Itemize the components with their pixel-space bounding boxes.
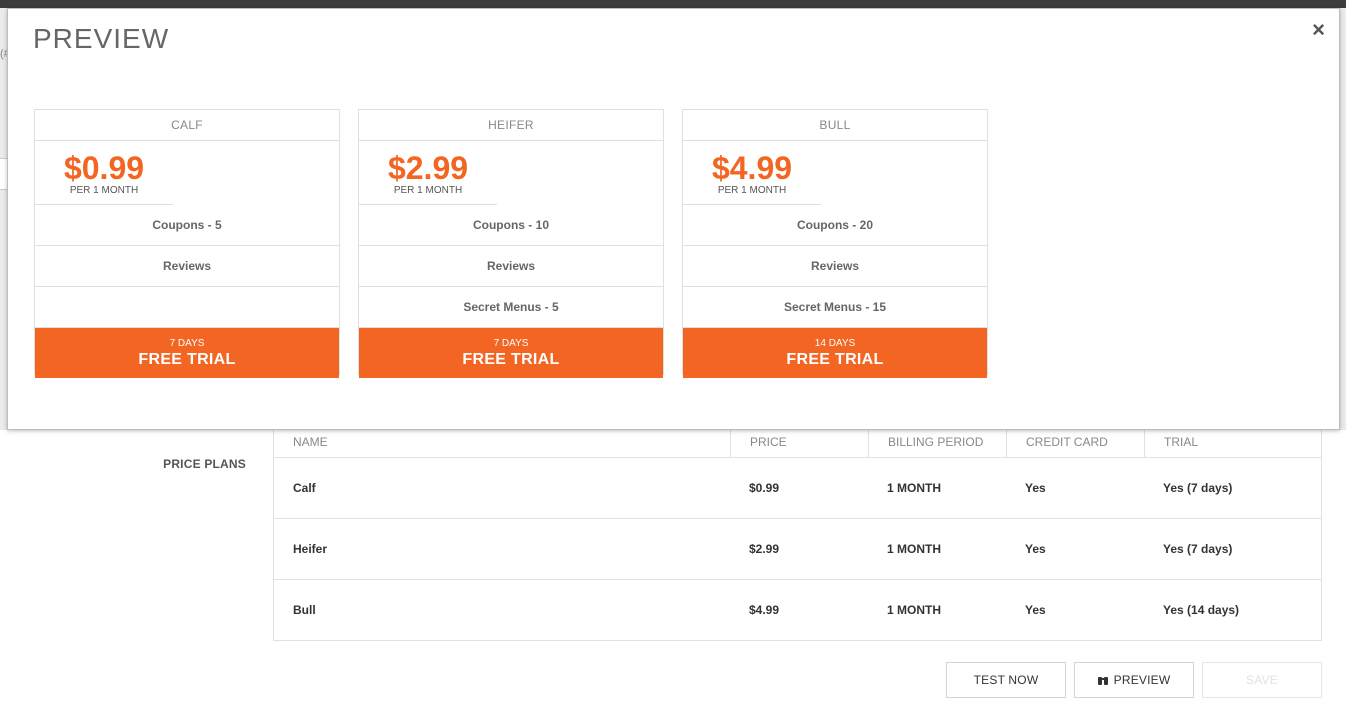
plan-feature: Reviews — [35, 246, 339, 287]
test-now-button[interactable]: TEST NOW — [946, 662, 1066, 698]
binoculars-icon — [1097, 675, 1109, 685]
plan-billing-period: 1 MONTH — [887, 481, 941, 495]
plan-card-bull: BULL $4.99 PER 1 MONTH Coupons - 20 Revi… — [682, 109, 988, 378]
trial-label: FREE TRIAL — [138, 351, 236, 368]
close-icon[interactable]: × — [1312, 17, 1325, 43]
table-row[interactable]: Heifer $2.99 1 MONTH Yes Yes (7 days) — [274, 519, 1321, 580]
plan-feature: Coupons - 20 — [683, 205, 987, 246]
plan-name: Heifer — [293, 542, 328, 556]
preview-button-label: PREVIEW — [1113, 673, 1171, 687]
plan-card-period: PER 1 MONTH — [393, 185, 463, 196]
plan-billing-period: 1 MONTH — [887, 542, 941, 556]
plan-trial: Yes (14 days) — [1163, 603, 1240, 617]
trial-label: FREE TRIAL — [462, 351, 560, 368]
plan-name: Calf — [293, 481, 316, 495]
table-row[interactable]: Calf $0.99 1 MONTH Yes Yes (7 days) — [274, 458, 1321, 519]
free-trial-button[interactable]: 14 DAYS FREE TRIAL — [683, 328, 987, 378]
plan-credit-card: Yes — [1025, 542, 1046, 556]
plan-name: Bull — [293, 603, 316, 617]
plan-feature: Coupons - 10 — [359, 205, 663, 246]
plan-price: $0.99 — [749, 481, 780, 495]
plan-feature — [35, 287, 339, 328]
plan-card-period: PER 1 MONTH — [69, 185, 139, 196]
plan-trial: Yes (7 days) — [1163, 481, 1233, 495]
plan-card-price: $4.99 — [711, 150, 793, 186]
plan-feature: Secret Menus - 5 — [359, 287, 663, 328]
price-plans-table: NAME PRICE BILLING PERIOD CREDIT CARD TR… — [273, 428, 1322, 641]
plan-card-price-block: $2.99 PER 1 MONTH — [359, 141, 497, 205]
free-trial-button[interactable]: 7 DAYS FREE TRIAL — [35, 328, 339, 378]
trial-days: 14 DAYS — [814, 338, 856, 349]
plan-card-price-block: $4.99 PER 1 MONTH — [683, 141, 821, 205]
column-header-billing-period: BILLING PERIOD — [868, 428, 1006, 457]
column-header-trial: TRIAL — [1144, 428, 1321, 457]
column-header-name: NAME — [293, 435, 328, 449]
plan-card-calf: CALF $0.99 PER 1 MONTH Coupons - 5 Revie… — [34, 109, 340, 378]
plan-card-price: $2.99 — [387, 150, 469, 186]
plan-card-name: CALF — [35, 110, 339, 141]
save-button[interactable]: SAVE — [1202, 662, 1322, 698]
plan-card-period: PER 1 MONTH — [717, 185, 787, 196]
preview-button[interactable]: PREVIEW — [1074, 662, 1194, 698]
background-topbar — [0, 0, 1346, 8]
plan-credit-card: Yes — [1025, 481, 1046, 495]
plan-credit-card: Yes — [1025, 603, 1046, 617]
column-header-price: PRICE — [730, 428, 868, 457]
plan-card-name: BULL — [683, 110, 987, 141]
plan-trial: Yes (7 days) — [1163, 542, 1233, 556]
plan-card-price-block: $0.99 PER 1 MONTH — [35, 141, 173, 205]
table-row[interactable]: Bull $4.99 1 MONTH Yes Yes (14 days) — [274, 580, 1321, 640]
plan-card-price: $0.99 — [63, 150, 145, 186]
trial-days: 7 DAYS — [169, 338, 205, 349]
plan-feature: Reviews — [359, 246, 663, 287]
plan-feature: Coupons - 5 — [35, 205, 339, 246]
table-header: NAME PRICE BILLING PERIOD CREDIT CARD TR… — [274, 428, 1321, 458]
plan-billing-period: 1 MONTH — [887, 603, 941, 617]
plan-card-name: HEIFER — [359, 110, 663, 141]
plan-card-heifer: HEIFER $2.99 PER 1 MONTH Coupons - 10 Re… — [358, 109, 664, 378]
free-trial-button[interactable]: 7 DAYS FREE TRIAL — [359, 328, 663, 378]
plan-feature: Reviews — [683, 246, 987, 287]
price-plans-label: PRICE PLANS — [163, 457, 246, 471]
column-header-credit-card: CREDIT CARD — [1006, 428, 1144, 457]
trial-days: 7 DAYS — [493, 338, 529, 349]
trial-label: FREE TRIAL — [786, 351, 884, 368]
plan-price: $2.99 — [749, 542, 780, 556]
modal-title: PREVIEW — [33, 23, 170, 54]
plan-feature: Secret Menus - 15 — [683, 287, 987, 328]
plan-price: $4.99 — [749, 603, 780, 617]
preview-modal: PREVIEW × CALF $0.99 PER 1 MONTH Coupons… — [7, 8, 1340, 430]
